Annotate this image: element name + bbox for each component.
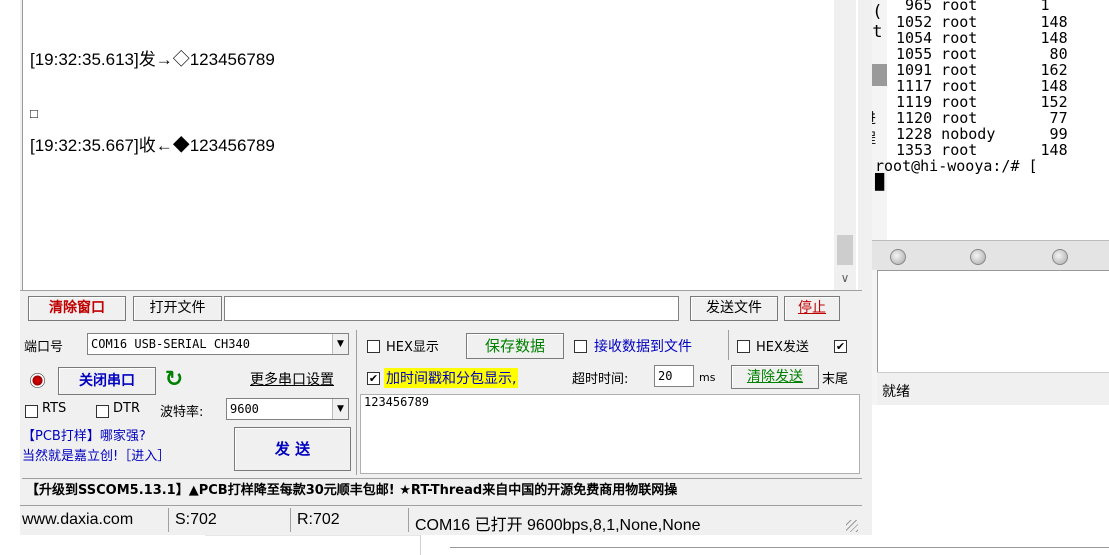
port-status-icon <box>30 373 45 388</box>
stop-button[interactable]: 停止 <box>784 296 840 321</box>
round-button-icon[interactable] <box>890 249 906 265</box>
clear-window-button[interactable]: 清除窗口 <box>28 296 126 321</box>
timeout-input[interactable]: 20 <box>654 365 694 387</box>
receive-to-file-label: 接收数据到文件 <box>594 339 692 355</box>
divider <box>290 508 291 532</box>
scrollbar-thumb[interactable] <box>837 235 853 265</box>
file-path-input[interactable] <box>224 296 679 321</box>
close-port-button[interactable]: 关闭串口 <box>58 367 156 395</box>
scroll-down-icon[interactable]: ∨ <box>834 268 856 288</box>
divider <box>408 508 409 532</box>
background-panel <box>450 547 1109 555</box>
chevron-down-icon[interactable]: ▼ <box>332 334 348 354</box>
port-value: COM16 USB-SERIAL CH340 <box>91 337 250 351</box>
terminal-cursor: █ <box>875 173 885 191</box>
hex-display-label: HEX显示 <box>386 340 439 355</box>
ticker-text: 【升级到SSCOM5.13.1】▲PCB打样降至每款30元顺丰包邮! ★RT-T… <box>26 483 678 498</box>
timeout-unit: ms <box>699 371 716 384</box>
refresh-icon[interactable]: ↻ <box>160 366 188 394</box>
hex-display-checkbox[interactable] <box>367 340 380 353</box>
dtr-label: DTR <box>113 401 140 416</box>
resize-grip-icon[interactable] <box>846 520 858 532</box>
send-text: 123456789 <box>364 395 430 409</box>
divider <box>420 535 421 555</box>
clear-send-button[interactable]: 清除发送 <box>731 365 819 389</box>
divider <box>20 290 862 291</box>
status-received: R:702 <box>297 511 340 528</box>
rts-label: RTS <box>42 401 67 416</box>
status-site[interactable]: www.daxia.com <box>22 511 133 529</box>
rts-checkbox[interactable] <box>25 405 38 418</box>
status-window-footer: 就绪 <box>877 372 1109 405</box>
round-button-icon[interactable] <box>1052 249 1068 265</box>
hex-send-checkbox[interactable] <box>737 340 750 353</box>
background-panel <box>205 535 420 555</box>
send-file-button[interactable]: 发送文件 <box>690 296 778 321</box>
more-settings-button[interactable]: 更多串口设置 <box>233 367 351 393</box>
news-ticker[interactable]: 【升级到SSCOM5.13.1】▲PCB打样降至每款30元顺丰包邮! ★RT-T… <box>22 478 862 502</box>
divider <box>728 330 729 360</box>
divider <box>168 508 169 532</box>
promo-link[interactable]: 【PCB打样】哪家强? 当然就是嘉立创!［进入］ <box>22 427 232 471</box>
baud-value: 9600 <box>230 402 259 416</box>
terminal-output[interactable]: 965 root 1 1052 root 148 1054 root 148 1… <box>875 0 1109 240</box>
terminal-line: 965 root 1 <box>887 0 1050 14</box>
status-text: 就绪 <box>882 384 910 400</box>
timeout-label: 超时时间: <box>572 372 629 387</box>
send-button[interactable]: 发 送 <box>234 427 351 471</box>
terminal-prompt: root@hi-wooya:/# [ <box>875 157 1038 175</box>
end-label: 末尾 <box>822 372 849 387</box>
chevron-down-icon[interactable]: ▼ <box>332 399 348 419</box>
hex-send-label: HEX发送 <box>756 340 809 355</box>
terminal-toolbar <box>862 240 1109 270</box>
timestamp-checkbox[interactable]: ✔ <box>367 372 380 385</box>
save-data-button[interactable]: 保存数据 <box>466 333 564 359</box>
open-file-button[interactable]: 打开文件 <box>133 296 222 321</box>
baud-label: 波特率: <box>160 405 204 420</box>
receive-line: [19:32:35.613]发→◇123456789 <box>30 50 275 69</box>
dtr-checkbox[interactable] <box>96 405 109 418</box>
send-text-area[interactable]: 123456789 <box>360 394 860 474</box>
port-select[interactable]: COM16 USB-SERIAL CH340 <box>87 333 349 355</box>
promo-line: 当然就是嘉立创!［进入］ <box>22 449 171 464</box>
checked-checkbox[interactable]: ✔ <box>834 340 847 353</box>
baud-select[interactable]: 9600 <box>226 398 349 420</box>
promo-line: 【PCB打样】哪家强? <box>22 429 146 444</box>
port-label: 端口号 <box>24 340 64 355</box>
receive-line: [19:32:35.667]收←◆123456789 <box>30 136 275 155</box>
status-sent: S:702 <box>175 511 217 528</box>
receive-to-file-checkbox[interactable] <box>574 340 587 353</box>
divider <box>356 330 357 475</box>
round-button-icon[interactable] <box>970 249 986 265</box>
receive-line: □ <box>30 106 38 121</box>
receive-area[interactable]: [19:32:35.613]发→◇123456789 □ [19:32:35.6… <box>22 0 858 290</box>
timeout-value: 20 <box>658 369 673 383</box>
status-port: COM16 已打开 9600bps,8,1,None,None <box>415 517 701 534</box>
timestamp-label: 加时间戳和分包显示, <box>384 368 519 388</box>
